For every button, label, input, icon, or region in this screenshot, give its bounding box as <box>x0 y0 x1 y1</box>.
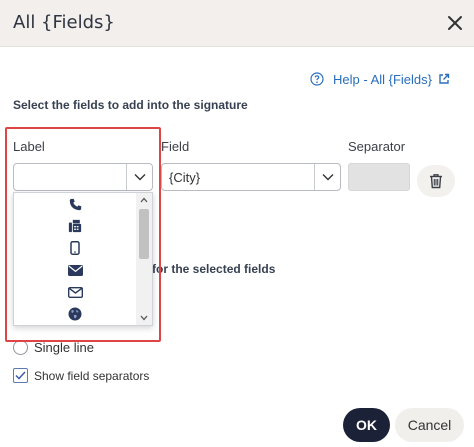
label-select[interactable] <box>13 163 153 191</box>
show-separators-label: Show field separators <box>34 368 150 383</box>
separator-input[interactable] <box>348 163 410 191</box>
trash-icon <box>430 174 442 189</box>
question-circle-icon <box>310 72 324 86</box>
label-column-header: Label <box>13 139 45 154</box>
single-line-option[interactable]: Single line <box>13 340 94 355</box>
scrollbar-thumb[interactable] <box>139 209 149 259</box>
phone-icon <box>69 198 81 210</box>
help-link[interactable]: Help - All {Fields} <box>310 70 450 88</box>
delete-row-button[interactable] <box>417 165 455 197</box>
scroll-up-icon[interactable] <box>140 197 148 203</box>
show-separators-option[interactable]: Show field separators <box>13 368 149 383</box>
field-column-header: Field <box>161 139 190 154</box>
scroll-down-icon[interactable] <box>140 315 148 321</box>
single-line-label: Single line <box>34 340 94 355</box>
ok-button[interactable]: OK <box>343 408 390 442</box>
label-dropdown-list[interactable] <box>13 192 153 326</box>
help-link-label: Help - All {Fields} <box>333 71 432 87</box>
external-link-icon <box>439 73 450 84</box>
field-select[interactable]: {City} <box>161 163 341 191</box>
dropdown-option-email-outline[interactable] <box>14 281 136 303</box>
dialog-header: All {Fields} <box>0 0 474 47</box>
globe-icon <box>68 307 82 321</box>
dropdown-scrollbar[interactable] <box>136 193 152 325</box>
chevron-down-icon <box>126 164 152 190</box>
close-icon <box>448 16 462 30</box>
single-line-radio[interactable] <box>13 340 28 355</box>
envelope-filled-icon <box>67 264 83 276</box>
dialog-title: All {Fields} <box>13 12 115 33</box>
dropdown-option-email[interactable] <box>14 259 136 281</box>
layout-section-heading: for the selected fields <box>152 262 276 276</box>
mobile-icon <box>70 241 80 255</box>
instructions-text: Select the fields to add into the signat… <box>13 98 248 112</box>
check-icon <box>15 371 26 380</box>
separator-column-header: Separator <box>348 139 406 154</box>
close-button[interactable] <box>440 8 470 38</box>
fax-icon <box>68 219 82 233</box>
cancel-button[interactable]: Cancel <box>395 408 464 442</box>
dropdown-option-website[interactable] <box>14 303 136 325</box>
dropdown-option-mobile[interactable] <box>14 237 136 259</box>
dropdown-option-fax[interactable] <box>14 215 136 237</box>
show-separators-checkbox[interactable] <box>13 368 28 383</box>
chevron-down-icon <box>314 164 340 190</box>
envelope-outline-icon <box>67 286 83 298</box>
dropdown-option-phone[interactable] <box>14 193 136 215</box>
field-select-value: {City} <box>169 170 201 185</box>
